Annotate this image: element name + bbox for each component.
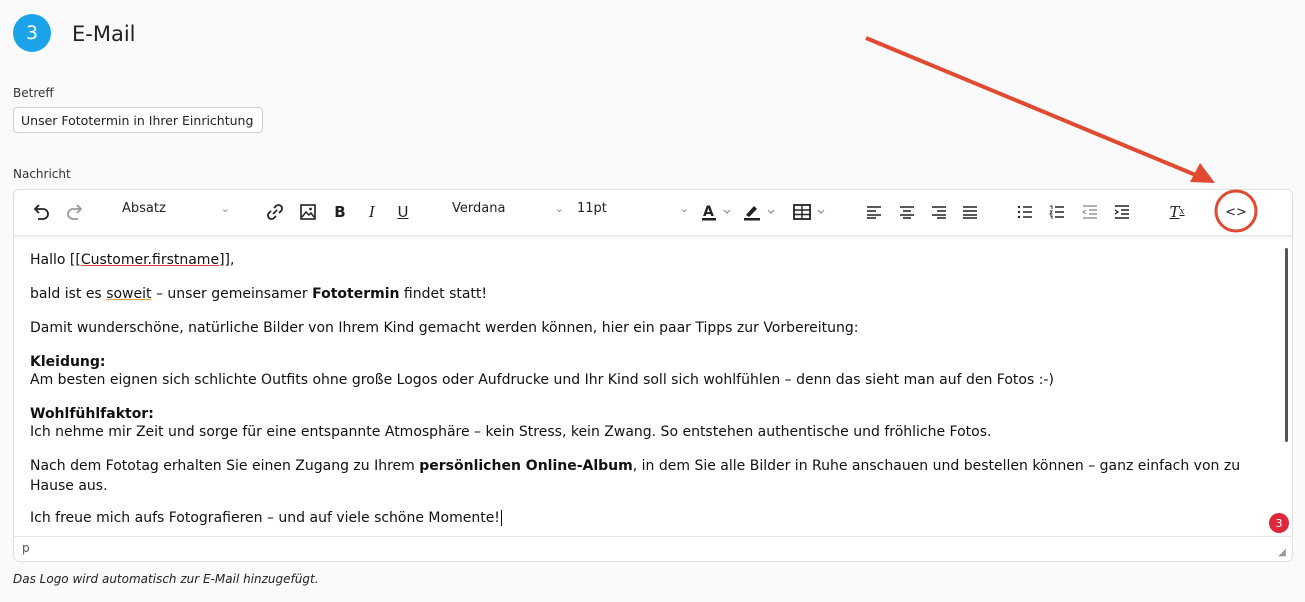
annotation-circle	[1214, 189, 1258, 233]
annotation-arrow-shaft	[865, 36, 1199, 178]
annotation-overlay	[865, 36, 1258, 233]
